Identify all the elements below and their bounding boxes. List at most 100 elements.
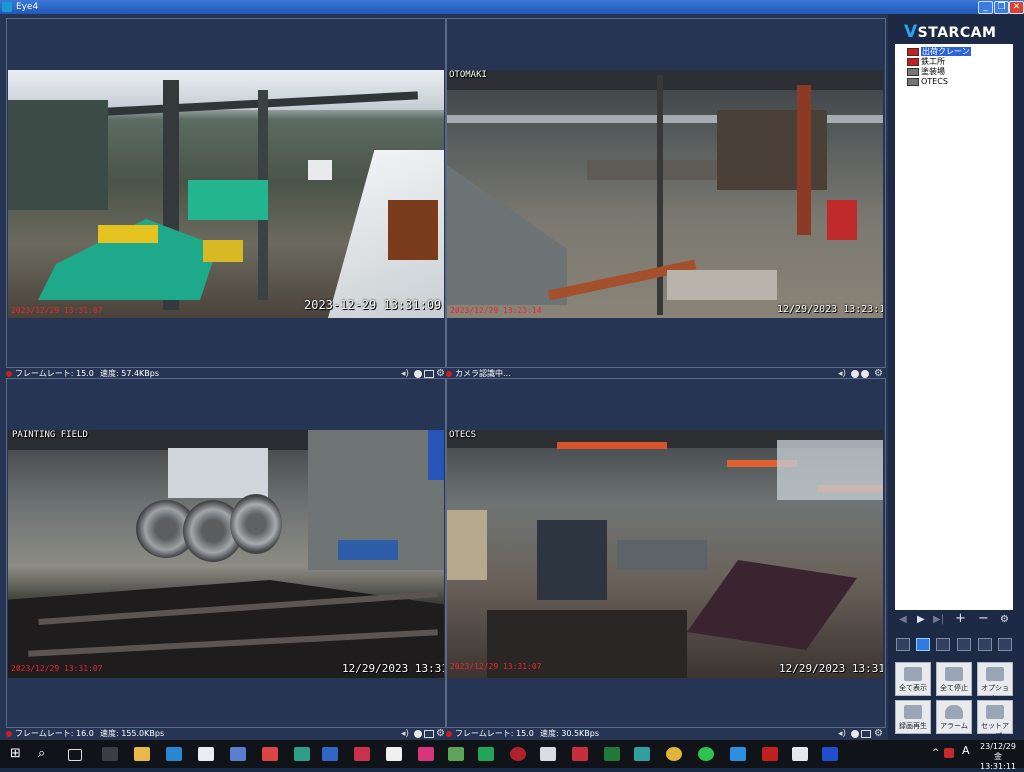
taskbar-app-9-icon[interactable] — [478, 747, 494, 761]
taskbar-app-acrobat-icon[interactable] — [762, 747, 778, 761]
snapshot-icon[interactable] — [861, 730, 871, 738]
record-indicator-icon — [6, 370, 12, 377]
record-indicator-icon — [446, 730, 452, 737]
record-indicator-icon — [6, 730, 12, 737]
search-icon[interactable]: ⌕ — [38, 747, 54, 761]
camera-feed-3[interactable]: PAINTING FIELD 12/29/2023 13:31:09 2023/… — [8, 430, 444, 678]
brand-logo: VSTARCAM — [904, 22, 997, 42]
options-button[interactable]: オプション — [977, 662, 1013, 702]
frame-rate-label: フレームレート: 16.0 — [15, 729, 94, 738]
tray-app-icon[interactable] — [944, 748, 954, 758]
add-camera-button[interactable]: + — [955, 611, 966, 626]
bell-icon — [945, 705, 963, 719]
camera-feed-4[interactable]: OTECS 12/29/2023 13:31:09 2023/12/29 13:… — [447, 430, 883, 678]
record-button-icon[interactable] — [851, 730, 859, 738]
tray-date: 23/12/29 金 — [980, 742, 1016, 761]
show-all-icon — [904, 667, 922, 681]
play-icon[interactable]: ▶ — [917, 614, 925, 625]
show-all-button[interactable]: 全て表示 — [895, 662, 931, 696]
camera-icon — [907, 57, 919, 66]
tray-time: 13:31:11 — [980, 762, 1016, 771]
camera-red-label: 2023/12/29 13:31:07 — [11, 306, 103, 315]
audio-icon[interactable]: ◂) — [838, 728, 846, 740]
taskbar-app-1-icon[interactable] — [198, 747, 214, 761]
close-button[interactable]: ✕ — [1009, 1, 1024, 14]
taskbar-app-2-icon[interactable] — [230, 747, 246, 761]
start-button-icon[interactable]: ⊞ — [10, 747, 26, 761]
taskbar-app-13-icon[interactable] — [822, 747, 838, 761]
layout-9-icon[interactable] — [936, 638, 950, 651]
camera-red-label: 2023/12/29 13:23:14 — [450, 306, 542, 315]
tree-item-camera-2[interactable]: 鉄工所 — [907, 57, 945, 67]
ime-indicator[interactable]: A — [962, 745, 970, 756]
camera-timestamp: 12/29/2023 13:31:09 — [342, 662, 444, 675]
taskbar-app-8-icon[interactable] — [448, 747, 464, 761]
record-button-icon[interactable] — [414, 730, 422, 738]
setup-button[interactable]: セットアップ — [977, 700, 1013, 740]
wrench-icon — [986, 705, 1004, 719]
taskbar-app-pdf-icon[interactable] — [262, 747, 278, 761]
camera-feed-1[interactable]: 2023-12-29 13:31:09 2023/12/29 13:31:07 — [8, 70, 444, 318]
camera-icon — [907, 67, 919, 76]
camera-name-label: PAINTING FIELD — [12, 430, 88, 440]
audio-icon[interactable]: ◂) — [401, 728, 409, 740]
prev-icon[interactable]: ◀ — [899, 614, 907, 625]
taskbar-app-3-icon[interactable] — [294, 747, 310, 761]
taskbar-app-4-icon[interactable] — [322, 747, 338, 761]
tree-item-camera-1[interactable]: 出荷クレーン — [907, 47, 971, 57]
playback-icon — [904, 705, 922, 719]
snapshot-icon[interactable] — [424, 370, 434, 378]
snapshot-icon[interactable] — [424, 730, 434, 738]
layout-m-icon[interactable] — [978, 638, 992, 651]
next-icon[interactable]: ▶| — [933, 614, 944, 625]
camera-settings-icon[interactable]: ⚙ — [874, 728, 883, 740]
layout-16-icon[interactable] — [957, 638, 971, 651]
tree-settings-icon[interactable]: ⚙ — [1000, 614, 1009, 625]
maximize-button[interactable]: ❐ — [994, 1, 1009, 14]
minimize-button[interactable]: _ — [978, 1, 993, 14]
camera-icon — [907, 47, 919, 56]
talk-button-icon[interactable] — [861, 370, 869, 378]
playback-button[interactable]: 録画再生 — [895, 700, 931, 734]
taskbar-app-line-icon[interactable] — [698, 747, 714, 761]
app-icon — [2, 2, 12, 12]
camera-red-label: 2023/12/29 13:31:07 — [11, 664, 103, 673]
taskbar-app-printer-icon[interactable] — [540, 747, 556, 761]
tray-expand-icon[interactable]: ^ — [932, 748, 940, 758]
taskbar-app-terminal-icon[interactable] — [102, 747, 118, 761]
camera-status-bar-3: フレームレート: 16.0 速度: 155.0KBps ◂) ⚙ — [6, 728, 446, 740]
camera-red-label: 2023/12/29 13:31:07 — [450, 662, 542, 671]
camera-name-label: OTECS — [449, 430, 477, 440]
taskbar-app-7-icon[interactable] — [418, 747, 434, 761]
taskbar-app-6-icon[interactable] — [386, 747, 402, 761]
taskbar-app-10-icon[interactable] — [510, 747, 526, 761]
taskbar-app-mail-icon[interactable] — [166, 747, 182, 761]
tree-item-camera-3[interactable]: 塗装場 — [907, 67, 945, 77]
layout-1-icon[interactable] — [896, 638, 910, 651]
taskbar-app-folder-icon[interactable] — [134, 747, 150, 761]
frame-rate-label: カメラ認識中... — [455, 369, 511, 378]
stop-all-button[interactable]: 全て停止 — [936, 662, 972, 696]
speed-label: 速度: 155.0KBps — [100, 729, 165, 738]
taskbar-app-12-icon[interactable] — [792, 747, 808, 761]
taskbar-app-chrome-icon[interactable] — [666, 747, 682, 761]
layout-4-icon[interactable] — [916, 638, 930, 651]
taskbar-app-excel-icon[interactable] — [604, 747, 620, 761]
tree-item-camera-4[interactable]: OTECS — [907, 77, 948, 87]
frame-rate-label: フレームレート: 15.0 — [455, 729, 534, 738]
camera-settings-icon[interactable]: ⚙ — [436, 728, 445, 740]
camera-feed-2[interactable]: OTOMAKI 12/29/2023 13:23:16 2023/12/29 1… — [447, 70, 883, 318]
record-button-icon[interactable] — [414, 370, 422, 378]
camera-name-label: OTOMAKI — [449, 70, 487, 80]
fullscreen-icon[interactable] — [998, 638, 1012, 651]
alarm-button[interactable]: アラーム — [936, 700, 972, 734]
remove-camera-button[interactable]: − — [978, 611, 989, 626]
taskbar-app-11-icon[interactable] — [634, 747, 650, 761]
taskbar-app-5-icon[interactable] — [354, 747, 370, 761]
record-button-icon[interactable] — [851, 370, 859, 378]
window-title: Eye4 — [16, 2, 39, 12]
speed-label: 速度: 30.5KBps — [540, 729, 600, 738]
taskbar-app-access-icon[interactable] — [572, 747, 588, 761]
task-view-icon[interactable] — [68, 749, 82, 761]
taskbar-app-eye4-icon[interactable] — [730, 747, 746, 761]
